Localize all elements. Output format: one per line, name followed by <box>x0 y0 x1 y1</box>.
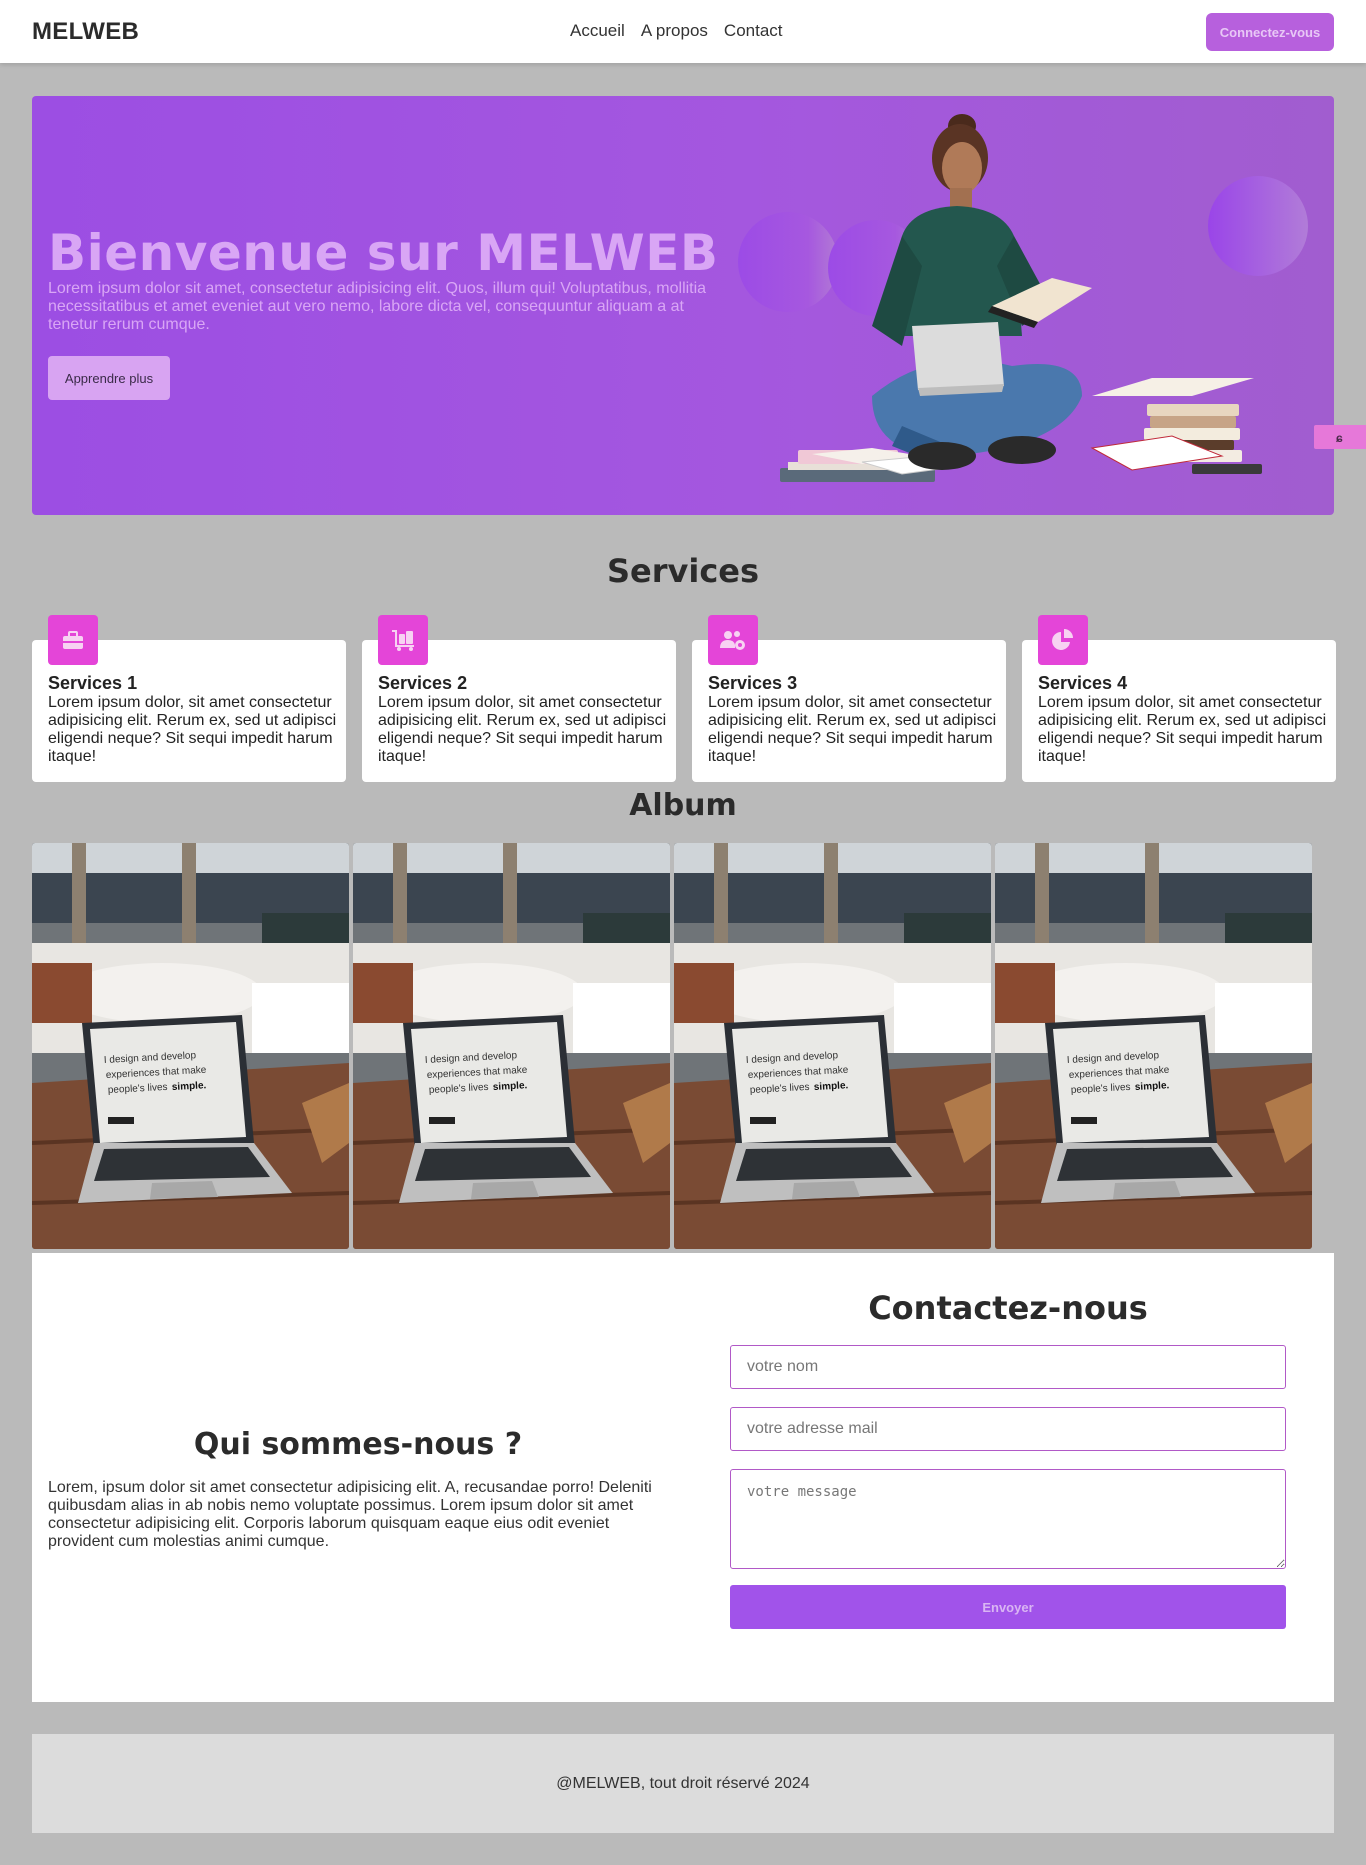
service-card-text: Lorem ipsum dolor, sit amet consectetur … <box>708 694 997 765</box>
laptop-photo: I design and develop experiences that ma… <box>353 843 670 1249</box>
album-title: Album <box>629 788 737 823</box>
service-card-4[interactable]: Services 4 Lorem ipsum dolor, sit amet c… <box>1022 615 1336 782</box>
services-title: Services <box>606 552 760 590</box>
login-button[interactable]: Connectez-vous <box>1206 13 1334 51</box>
student-figure <box>872 114 1092 470</box>
album-photo[interactable]: I design and develop experiences that ma… <box>674 843 991 1249</box>
side-tab-glyph: ɕ <box>1336 431 1343 445</box>
nav-link-apropos[interactable]: A propos <box>641 21 708 41</box>
email-input[interactable] <box>730 1407 1286 1451</box>
service-card-title: Services 2 <box>378 673 468 693</box>
side-toggle-tab[interactable]: ɕ <box>1314 425 1366 449</box>
service-card-1[interactable]: Services 1 Lorem ipsum dolor, sit amet c… <box>32 615 346 782</box>
book-stack-right <box>1090 378 1262 474</box>
users-cog-icon <box>708 615 758 665</box>
screen-text-bold: simple. <box>814 1080 849 1093</box>
briefcase-icon <box>48 615 98 665</box>
service-card-2[interactable]: Services 2 Lorem ipsum dolor, sit amet c… <box>362 615 676 782</box>
footer: @MELWEB, tout droit réservé 2024 <box>32 1734 1334 1833</box>
about-title: Qui sommes-nous ? <box>193 1427 523 1462</box>
service-card-3[interactable]: Services 3 Lorem ipsum dolor, sit amet c… <box>692 615 1006 782</box>
message-textarea[interactable] <box>730 1469 1286 1569</box>
hero-title: Bienvenue sur MELWEB <box>48 224 719 282</box>
brand-logo[interactable]: MELWEB <box>32 18 139 46</box>
student-illustration <box>780 114 1262 482</box>
send-button[interactable]: Envoyer <box>730 1585 1286 1629</box>
about-text: Lorem, ipsum dolor sit amet consectetur … <box>48 1479 652 1550</box>
service-card-title: Services 4 <box>1038 673 1128 693</box>
hero-banner: Bienvenue sur MELWEB Lorem ipsum dolor s… <box>32 96 1334 515</box>
nav-link-accueil[interactable]: Accueil <box>570 21 625 41</box>
chart-pie-icon <box>1038 615 1088 665</box>
learn-more-button[interactable]: Apprendre plus <box>48 356 170 400</box>
laptop-photo: I design and develop experiences that ma… <box>995 843 1312 1249</box>
nav-links: Accueil A propos Contact <box>570 21 783 41</box>
album-photo[interactable]: I design and develop experiences that ma… <box>353 843 670 1249</box>
service-card-text: Lorem ipsum dolor, sit amet consectetur … <box>48 694 337 765</box>
luggage-cart-icon <box>378 615 428 665</box>
album-photo[interactable]: I design and develop experiences that ma… <box>995 843 1312 1249</box>
contact-title: Contactez-nous <box>868 1289 1148 1327</box>
laptop-photo: I design and develop experiences that ma… <box>674 843 991 1249</box>
album-photo[interactable]: I design and develop experiences that ma… <box>32 843 349 1249</box>
hero-text: Lorem ipsum dolor sit amet, consectetur … <box>48 280 707 333</box>
service-card-text: Lorem ipsum dolor, sit amet consectetur … <box>378 694 667 765</box>
screen-text-bold: simple. <box>493 1080 528 1093</box>
laptop-photo: I design and develop experiences that ma… <box>32 843 349 1249</box>
about-contact-section: Qui sommes-nous ? Lorem, ipsum dolor sit… <box>32 1253 1334 1702</box>
name-input[interactable] <box>730 1345 1286 1389</box>
screen-text-bold: simple. <box>1135 1080 1170 1093</box>
nav-link-contact[interactable]: Contact <box>724 21 783 41</box>
service-card-title: Services 1 <box>48 673 138 693</box>
service-card-text: Lorem ipsum dolor, sit amet consectetur … <box>1038 694 1327 765</box>
album-gallery: I design and develop experiences that ma… <box>32 843 1313 1249</box>
footer-copyright: @MELWEB, tout droit réservé 2024 <box>556 1774 810 1792</box>
top-navbar: MELWEB Accueil A propos Contact Connecte… <box>0 0 1366 63</box>
screen-text-bold: simple. <box>172 1080 207 1093</box>
service-card-title: Services 3 <box>708 673 798 693</box>
